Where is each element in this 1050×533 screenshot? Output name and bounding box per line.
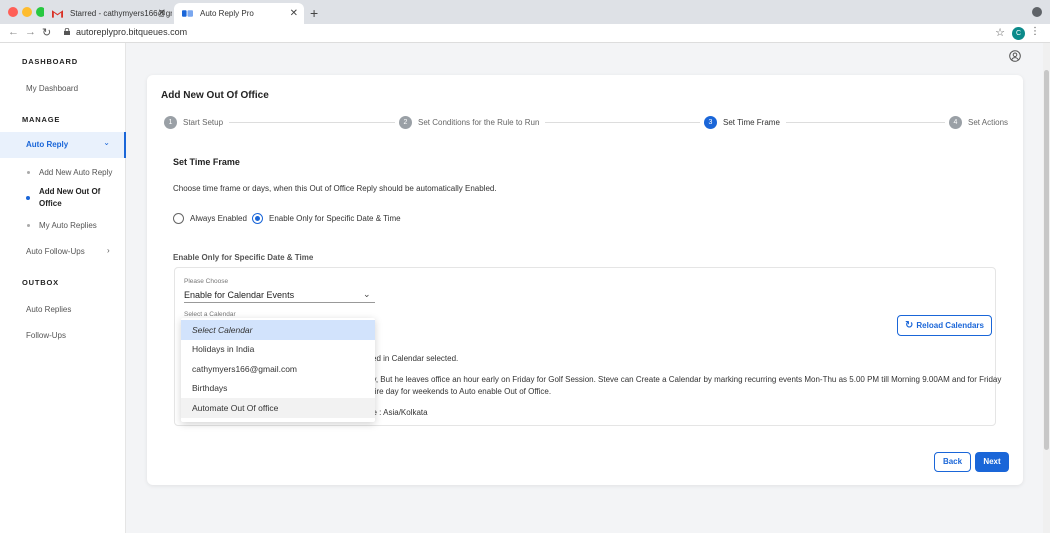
gmail-icon xyxy=(52,10,63,18)
bullet-dot-icon xyxy=(26,196,30,200)
lock-icon xyxy=(64,28,70,35)
minimize-window-button[interactable] xyxy=(22,7,32,17)
dropdown-option-birthdays[interactable]: Birthdays xyxy=(181,378,375,398)
back-arrow-icon[interactable]: ← xyxy=(8,26,19,38)
sidebar-item-auto-replies[interactable]: Auto Replies xyxy=(26,305,71,314)
radio-label: Always Enabled xyxy=(190,214,247,223)
app-logo-icon xyxy=(182,10,193,17)
close-tab-icon[interactable]: ✕ xyxy=(158,3,166,24)
url-input[interactable]: autoreplypro.bitqueues.com xyxy=(76,27,187,37)
radio-circle xyxy=(252,213,263,224)
radio-enable-specific[interactable]: Enable Only for Specific Date & Time xyxy=(252,213,401,224)
specific-date-heading: Enable Only for Specific Date & Time xyxy=(173,253,314,262)
bookmark-star-icon[interactable]: ☆ xyxy=(995,26,1005,39)
browser-kebab-menu-icon[interactable]: ⋮ xyxy=(1030,26,1040,37)
sidebar-item-auto-follow-ups[interactable]: Auto Follow-Ups xyxy=(26,247,85,256)
calendar-dropdown-menu: Select Calendar Holidays in India cathym… xyxy=(181,318,375,422)
browser-profile-avatar[interactable]: C xyxy=(1012,27,1025,40)
browser-menu-icon[interactable] xyxy=(1032,7,1042,17)
user-account-icon[interactable] xyxy=(1009,50,1021,62)
sidebar-subitem-add-new-auto-reply[interactable]: Add New Auto Reply xyxy=(39,168,112,177)
select-underline xyxy=(184,302,375,303)
section-title: Set Time Frame xyxy=(173,157,240,167)
dropdown-option-automate-out-of-office[interactable]: Automate Out Of office xyxy=(181,398,375,418)
bullet-dot-icon xyxy=(27,171,30,174)
sidebar-item-auto-reply[interactable]: Auto Reply ⌄ xyxy=(0,132,126,158)
choose-label: Please Choose xyxy=(184,278,229,285)
reload-icon[interactable]: ↻ xyxy=(42,26,51,39)
new-tab-button[interactable]: + xyxy=(310,3,318,23)
sidebar-item-label: Auto Reply xyxy=(26,140,69,149)
back-button[interactable]: Back xyxy=(934,452,971,472)
dropdown-option-gmail-calendar[interactable]: cathymyers166@gmail.com xyxy=(181,359,375,379)
section-description: Choose time frame or days, when this Out… xyxy=(173,184,497,193)
radio-label: Enable Only for Specific Date & Time xyxy=(269,214,401,223)
sidebar-heading-dashboard: DASHBOARD xyxy=(22,57,78,66)
forward-arrow-icon[interactable]: → xyxy=(25,26,36,38)
sidebar-heading-manage: MANAGE xyxy=(22,115,61,124)
stepper-line xyxy=(172,122,1004,123)
address-bar: ← → ↻ autoreplypro.bitqueues.com ☆ C ⋮ xyxy=(0,24,1050,43)
step-start-setup[interactable]: 1 Start Setup xyxy=(164,116,230,129)
step-set-time-frame[interactable]: 3 Set Time Frame xyxy=(700,116,786,129)
radio-always-enabled[interactable]: Always Enabled xyxy=(173,213,247,224)
bullet-dot-icon xyxy=(27,224,30,227)
main-card: Add New Out Of Office 1 Start Setup 2 Se… xyxy=(147,75,1023,485)
sidebar: DASHBOARD My Dashboard MANAGE Auto Reply… xyxy=(0,43,126,533)
tab-title: Auto Reply Pro xyxy=(200,9,254,18)
close-window-button[interactable] xyxy=(8,7,18,17)
close-tab-icon[interactable]: ✕ xyxy=(290,3,298,24)
info-text-line-1: fied in Calendar selected. xyxy=(368,354,459,363)
timezone-text: ne : Asia/Kolkata xyxy=(368,408,428,417)
chevron-right-icon: › xyxy=(107,246,110,255)
radio-circle xyxy=(173,213,184,224)
info-text-line-2: ay, But he leaves office an hour early o… xyxy=(368,375,1002,384)
browser-tab-bar: Starred - cathymyers166@gm... ✕ Auto Rep… xyxy=(0,0,1050,24)
calendar-label: Select a Calendar xyxy=(184,311,236,318)
sidebar-subitem-my-auto-replies[interactable]: My Auto Replies xyxy=(39,221,97,230)
info-text-line-3: ntire day for weekends to Auto enable Ou… xyxy=(368,387,552,396)
step-set-conditions[interactable]: 2 Set Conditions for the Rule to Run xyxy=(395,116,546,129)
sidebar-heading-outbox: OUTBOX xyxy=(22,278,59,287)
dropdown-option-holidays-india[interactable]: Holidays in India xyxy=(181,339,375,359)
chevron-down-icon[interactable]: ⌄ xyxy=(363,289,371,300)
chevron-down-icon: ⌄ xyxy=(103,138,110,147)
page-scrollbar-thumb[interactable] xyxy=(1044,70,1049,450)
next-button[interactable]: Next xyxy=(975,452,1009,472)
sidebar-item-follow-ups[interactable]: Follow-Ups xyxy=(26,331,66,340)
sidebar-item-my-dashboard[interactable]: My Dashboard xyxy=(26,84,78,93)
browser-tab-gmail[interactable]: Starred - cathymyers166@gm... ✕ xyxy=(44,3,172,24)
step-set-actions[interactable]: 4 Set Actions xyxy=(945,116,1015,129)
reload-calendars-button[interactable]: ↻ Reload Calendars xyxy=(897,315,992,336)
sidebar-subitem-add-new-out-of-office[interactable]: Add New Out Of Office xyxy=(39,186,114,210)
browser-tab-auto-reply-pro[interactable]: Auto Reply Pro ✕ xyxy=(174,3,304,24)
dropdown-option-select-calendar[interactable]: Select Calendar xyxy=(181,320,375,340)
choose-select[interactable]: Enable for Calendar Events xyxy=(184,290,294,300)
page-title: Add New Out Of Office xyxy=(161,90,269,101)
refresh-icon: ↻ xyxy=(905,320,914,331)
